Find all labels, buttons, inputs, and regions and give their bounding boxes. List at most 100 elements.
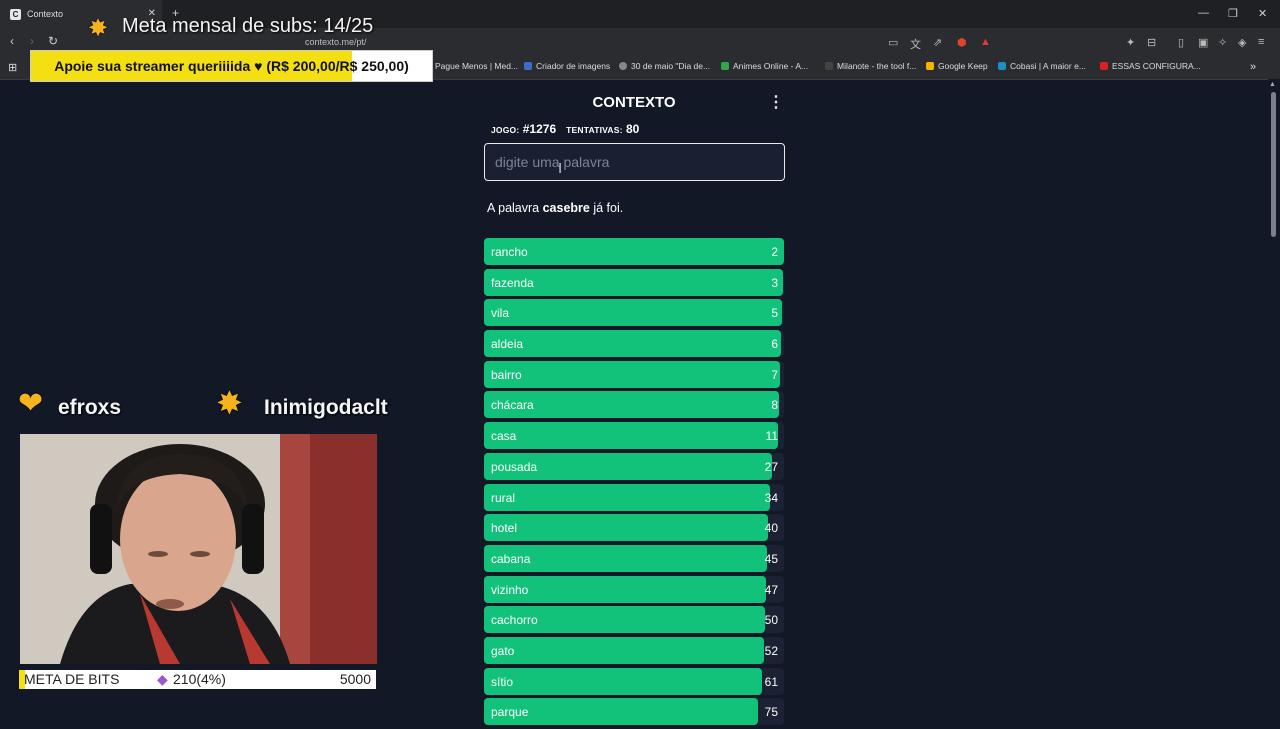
star-icon: ✸ bbox=[88, 15, 109, 42]
bookmark-favicon-icon bbox=[524, 62, 532, 70]
restore-icon[interactable]: ❐ bbox=[1228, 7, 1238, 20]
guess-rank: 7 bbox=[771, 367, 778, 382]
back-icon[interactable]: ‹ bbox=[10, 34, 14, 48]
reload-icon[interactable]: ↻ bbox=[48, 34, 58, 48]
bits-goal-bar: META DE BITS ◆ 210(4%) 5000 bbox=[19, 670, 376, 689]
heart-icon: ❤ bbox=[18, 387, 44, 420]
sidebar-icon[interactable]: ▯ bbox=[1178, 36, 1184, 49]
bookmark-item[interactable]: Pague Menos | Med... bbox=[435, 61, 518, 71]
guess-rank: 11 bbox=[765, 429, 778, 444]
streamer-name-2: Inimigodaclt bbox=[264, 396, 388, 419]
guess-word: vila bbox=[491, 306, 510, 321]
scroll-up-icon[interactable]: ▲ bbox=[1269, 81, 1276, 88]
guess-proximity-bar bbox=[484, 483, 770, 511]
guess-row: sítio 61 bbox=[484, 667, 784, 695]
contexto-favicon-icon: C bbox=[10, 8, 21, 20]
bits-goal: 5000 bbox=[339, 671, 371, 687]
guess-proximity-bar bbox=[484, 667, 763, 695]
star-icon: ✸ bbox=[216, 385, 243, 421]
guess-row: vizinho 47 bbox=[484, 575, 784, 603]
bookmark-favicon-icon bbox=[825, 62, 833, 70]
guess-word: gato bbox=[491, 643, 515, 658]
guess-row: bairro 7 bbox=[484, 360, 784, 388]
guess-proximity-bar bbox=[484, 360, 781, 388]
guess-row: pousada 27 bbox=[484, 452, 784, 480]
guess-word: cachorro bbox=[491, 613, 538, 628]
bookmark-item[interactable]: Criador de imagens bbox=[524, 61, 610, 71]
extensions-icon[interactable]: ✦ bbox=[1126, 36, 1135, 49]
donation-goal-bar: Apoie sua streamer queriiiida ♥ (R$ 200,… bbox=[30, 50, 433, 82]
donation-goal-text: Apoie sua streamer queriiiida ♥ (R$ 200,… bbox=[54, 58, 409, 74]
guess-word: rancho bbox=[491, 245, 528, 259]
guess-word: rural bbox=[491, 490, 516, 505]
window-close-icon[interactable]: ✕ bbox=[1258, 7, 1267, 20]
bookmark-favicon-icon bbox=[721, 62, 729, 70]
guess-word: aldeia bbox=[491, 337, 524, 352]
attempts-label: TENTATIVAS: bbox=[566, 125, 623, 135]
bits-label: META DE BITS bbox=[24, 671, 120, 687]
translate-icon[interactable]: 文 bbox=[910, 36, 921, 52]
bookmark-item[interactable]: Milanote - the tool f... bbox=[825, 61, 916, 71]
guess-row: aldeia 6 bbox=[484, 330, 784, 358]
bookmark-favicon-icon bbox=[926, 62, 934, 70]
guess-word: fazenda bbox=[491, 275, 534, 290]
share-icon[interactable]: ⇗ bbox=[933, 36, 942, 49]
guess-rank: 61 bbox=[764, 674, 778, 689]
game-label: JOGO: bbox=[491, 125, 520, 135]
guess-row: rural 34 bbox=[484, 483, 784, 511]
guess-word: cabana bbox=[491, 551, 531, 566]
forward-icon[interactable]: › bbox=[30, 34, 34, 48]
vpn-icon[interactable]: ◈ bbox=[1238, 36, 1246, 49]
guess-row: vila 5 bbox=[484, 299, 784, 327]
menu-icon[interactable]: ≡ bbox=[1258, 36, 1264, 48]
guess-row: gato 52 bbox=[484, 636, 784, 664]
page-title: CONTEXTO bbox=[592, 94, 676, 111]
guess-rank: 8 bbox=[771, 398, 778, 413]
guess-rank: 34 bbox=[764, 490, 778, 505]
already-guessed-message: A palavra casebre já foi. bbox=[487, 201, 623, 215]
bits-progress: 210(4%) bbox=[173, 671, 226, 687]
guess-word: hotel bbox=[491, 521, 518, 536]
meta-mensal-subs: Meta mensal de subs: 14/25 bbox=[122, 15, 374, 37]
apps-grid-icon[interactable]: ⊞ bbox=[8, 61, 17, 74]
webcam-image bbox=[20, 434, 377, 664]
guess-word: parque bbox=[491, 705, 529, 720]
guess-word: casa bbox=[491, 429, 517, 444]
bookmark-item[interactable]: Google Keep bbox=[926, 61, 988, 71]
brave-rewards-icon[interactable]: ▲ bbox=[980, 36, 991, 48]
guess-rank: 40 bbox=[764, 521, 778, 536]
word-input[interactable] bbox=[484, 143, 785, 181]
guess-rank: 50 bbox=[764, 613, 778, 628]
brave-shield-icon[interactable]: ⬢ bbox=[957, 36, 967, 49]
game-number: #1276 bbox=[522, 122, 557, 136]
bookmark-item[interactable]: Cobasi | A maior e... bbox=[998, 61, 1086, 71]
kebab-menu-icon[interactable]: ⋮ bbox=[768, 92, 784, 112]
cast-icon[interactable]: ▭ bbox=[888, 36, 898, 49]
guess-proximity-bar bbox=[484, 422, 778, 450]
bookmark-item[interactable]: ESSAS CONFIGURA... bbox=[1100, 61, 1201, 71]
text-cursor-icon: I bbox=[558, 160, 563, 177]
message-word: casebre bbox=[542, 201, 590, 215]
guess-row: rancho 2 bbox=[484, 238, 784, 265]
leo-icon[interactable]: ✧ bbox=[1218, 36, 1227, 49]
downloads-icon[interactable]: ⊟ bbox=[1147, 36, 1156, 49]
message-suffix: já foi. bbox=[593, 201, 624, 215]
scrollbar-thumb[interactable] bbox=[1271, 92, 1276, 237]
guess-word: bairro bbox=[491, 367, 522, 382]
more-bookmarks-icon[interactable]: » bbox=[1250, 61, 1256, 73]
guess-proximity-bar bbox=[484, 514, 769, 542]
guess-proximity-bar bbox=[484, 636, 764, 664]
guess-proximity-bar bbox=[484, 330, 781, 358]
guess-list: rancho 2 fazenda 3 vila 5 aldeia 6 bairro 7 chácar… bbox=[484, 238, 784, 729]
wallet-icon[interactable]: ▣ bbox=[1198, 36, 1208, 49]
url-field[interactable]: contexto.me/pt/ bbox=[305, 37, 367, 47]
guess-word: vizinho bbox=[491, 582, 529, 597]
message-prefix: A palavra bbox=[487, 201, 540, 215]
minimize-icon[interactable]: — bbox=[1198, 7, 1209, 19]
tab-title: Contexto bbox=[27, 9, 64, 19]
guess-rank: 45 bbox=[764, 551, 778, 566]
bookmark-item[interactable]: 30 de maio "Dia de... bbox=[619, 61, 710, 71]
bookmark-item[interactable]: Animes Online - A... bbox=[721, 61, 808, 71]
guess-row: fazenda 3 bbox=[484, 268, 784, 296]
bits-gem-icon: ◆ bbox=[157, 671, 168, 687]
